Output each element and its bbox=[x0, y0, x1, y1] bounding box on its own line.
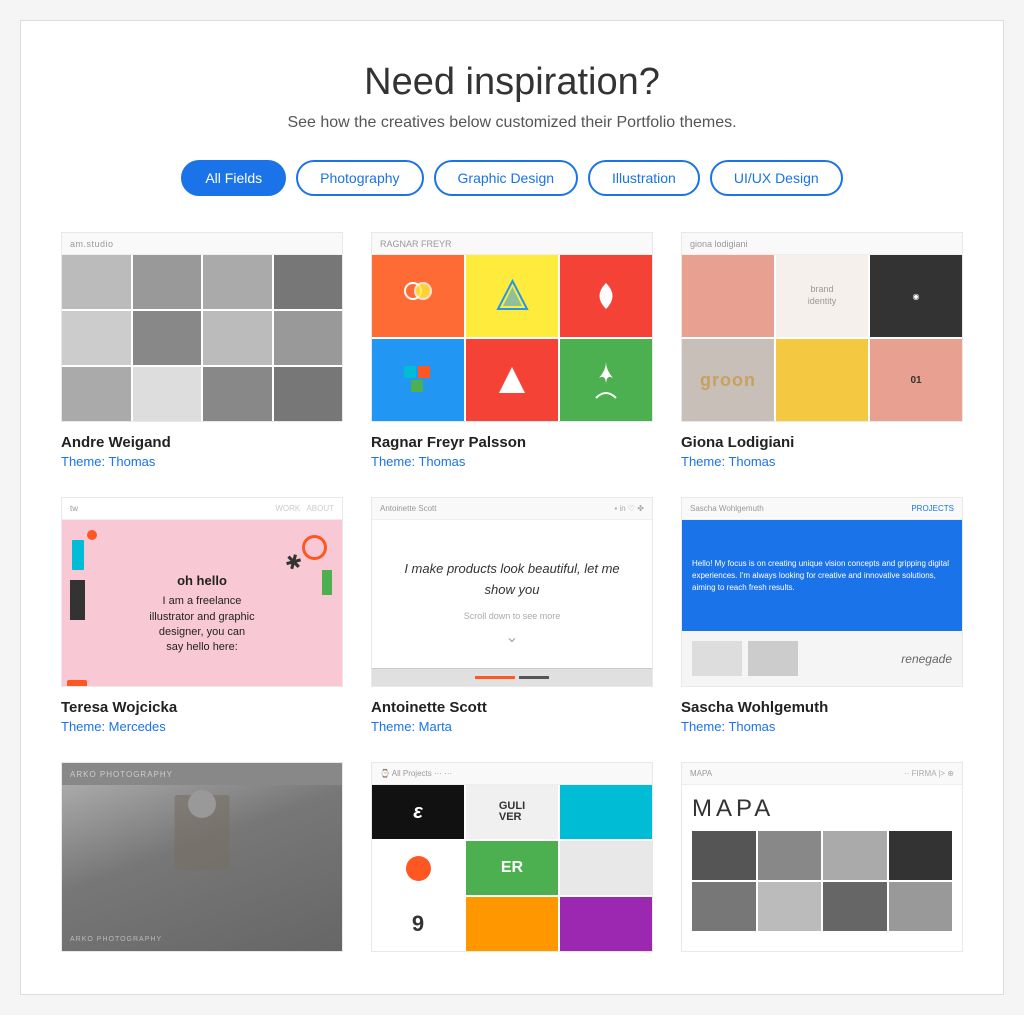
filter-graphic-design[interactable]: Graphic Design bbox=[434, 160, 579, 196]
card5-header: Antoinette Scott ▪ in ♡ ✤ bbox=[372, 498, 652, 520]
card1-header: am.studio bbox=[62, 233, 342, 255]
card3-design-grid: brandidentity ◉ groon 01 bbox=[682, 255, 962, 421]
card-colorful-grid[interactable]: ⌚ All Projects ··· ··· ε GULIVER ER 9 bbox=[371, 762, 653, 964]
card9-image: MAPA ·· FIRMA |> ⊕ MAPA bbox=[681, 762, 963, 952]
page-header: Need inspiration? See how the creatives … bbox=[61, 61, 963, 132]
card7-photo: ARKO PHOTOGRAPHY bbox=[62, 785, 342, 951]
page-wrapper: Need inspiration? See how the creatives … bbox=[20, 20, 1004, 995]
filter-photography[interactable]: Photography bbox=[296, 160, 423, 196]
card3-header: giona lodigiani bbox=[682, 233, 962, 255]
filter-ui-ux[interactable]: UI/UX Design bbox=[710, 160, 843, 196]
card6-image: Sascha Wohlgemuth PROJECTS Hello! My foc… bbox=[681, 497, 963, 687]
card4-image: tw WORK ABOUT oh hello I am a freelancei… bbox=[61, 497, 343, 687]
card5-arrow-icon: ⌄ bbox=[505, 627, 518, 647]
card9-header: MAPA ·· FIRMA |> ⊕ bbox=[682, 763, 962, 785]
card3-image: giona lodigiani brandidentity ◉ groon bbox=[681, 232, 963, 422]
card-teresa[interactable]: tw WORK ABOUT oh hello I am a freelancei… bbox=[61, 497, 343, 734]
card9-title: MAPA bbox=[692, 795, 952, 823]
filter-illustration[interactable]: Illustration bbox=[588, 160, 700, 196]
card-arko[interactable]: ARKO PHOTOGRAPHY ARKO PHOTOGRAPHY bbox=[61, 762, 343, 964]
card1-name: Andre Weigand bbox=[61, 434, 343, 451]
card1-theme: Theme: Thomas bbox=[61, 454, 343, 469]
card4-header: tw WORK ABOUT bbox=[62, 498, 342, 520]
card4-illustration: oh hello I am a freelanceillustrator and… bbox=[62, 520, 342, 687]
card4-text: oh hello I am a freelanceillustrator and… bbox=[139, 562, 264, 666]
card5-image: Antoinette Scott ▪ in ♡ ✤ I make product… bbox=[371, 497, 653, 687]
card2-header: RAGNAR FREYR bbox=[372, 233, 652, 255]
card9-content: MAPA bbox=[682, 785, 962, 951]
card9-photo-grid bbox=[692, 831, 952, 931]
card-antoinette[interactable]: Antoinette Scott ▪ in ♡ ✤ I make product… bbox=[371, 497, 653, 734]
card4-theme: Theme: Mercedes bbox=[61, 719, 343, 734]
card-giona[interactable]: giona lodigiani brandidentity ◉ groon bbox=[681, 232, 963, 469]
card5-sub: Scroll down to see more bbox=[464, 611, 561, 621]
card8-header: ⌚ All Projects ··· ··· bbox=[372, 763, 652, 785]
card2-image: RAGNAR FREYR bbox=[371, 232, 653, 422]
card-mapa[interactable]: MAPA ·· FIRMA |> ⊕ MAPA bbox=[681, 762, 963, 964]
card6-renegade: renegade bbox=[804, 652, 952, 666]
card2-design-grid bbox=[372, 255, 652, 421]
card-sascha[interactable]: Sascha Wohlgemuth PROJECTS Hello! My foc… bbox=[681, 497, 963, 734]
card6-bottom-section: renegade bbox=[682, 631, 962, 686]
filter-bar: All Fields Photography Graphic Design Il… bbox=[61, 160, 963, 196]
filter-all-fields[interactable]: All Fields bbox=[181, 160, 286, 196]
card3-name: Giona Lodigiani bbox=[681, 434, 963, 451]
page-subtitle: See how the creatives below customized t… bbox=[61, 114, 963, 132]
card8-image: ⌚ All Projects ··· ··· ε GULIVER ER 9 bbox=[371, 762, 653, 952]
card1-photo-grid bbox=[62, 255, 342, 421]
page-title: Need inspiration? bbox=[61, 61, 963, 104]
card2-name: Ragnar Freyr Palsson bbox=[371, 434, 653, 451]
card2-theme: Theme: Thomas bbox=[371, 454, 653, 469]
card1-image: am.studio bbox=[61, 232, 343, 422]
card4-name: Teresa Wojcicka bbox=[61, 699, 343, 716]
card8-grid: ε GULIVER ER 9 bbox=[372, 785, 652, 951]
card5-theme: Theme: Marta bbox=[371, 719, 653, 734]
card7-image: ARKO PHOTOGRAPHY ARKO PHOTOGRAPHY bbox=[61, 762, 343, 952]
card-andre-weigand[interactable]: am.studio Andre Weigand Theme: Thomas bbox=[61, 232, 343, 469]
card5-bottom-bar bbox=[372, 668, 652, 686]
card6-name: Sascha Wohlgemuth bbox=[681, 699, 963, 716]
card6-blue-section: Hello! My focus is on creating unique vi… bbox=[682, 520, 962, 631]
card5-tagline: I make products look beautiful, let me s… bbox=[382, 559, 642, 601]
portfolio-grid: am.studio Andre Weigand Theme: Thomas RA… bbox=[61, 232, 963, 964]
card5-content: I make products look beautiful, let me s… bbox=[372, 520, 652, 686]
card7-header: ARKO PHOTOGRAPHY bbox=[62, 763, 342, 785]
card6-content: Sascha Wohlgemuth PROJECTS Hello! My foc… bbox=[682, 498, 962, 686]
card5-name: Antoinette Scott bbox=[371, 699, 653, 716]
card6-theme: Theme: Thomas bbox=[681, 719, 963, 734]
card-ragnar[interactable]: RAGNAR FREYR bbox=[371, 232, 653, 469]
card3-theme: Theme: Thomas bbox=[681, 454, 963, 469]
card6-header: Sascha Wohlgemuth PROJECTS bbox=[682, 498, 962, 520]
